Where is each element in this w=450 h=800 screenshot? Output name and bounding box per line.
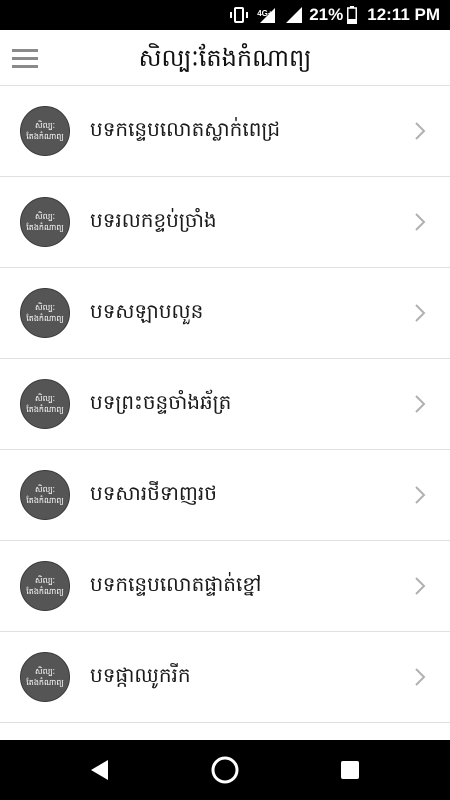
signal-icon [285, 6, 303, 24]
list-item[interactable]: សិល្បៈតែងកំណាព្យ បទកន្ទេបលោតស្លាក់ពេជ្រ [0, 86, 450, 177]
battery-icon [347, 6, 358, 24]
vibrate-icon [229, 6, 249, 24]
avatar-text-line2: តែងកំណាព្យ [26, 678, 64, 687]
chevron-right-icon [410, 212, 430, 232]
chevron-right-icon [410, 667, 430, 687]
back-icon[interactable] [88, 758, 112, 786]
list-item[interactable]: សិល្បៈតែងកំណាព្យ បទកន្ទេបលោតផ្ទាត់ខ្នៅ [0, 541, 450, 632]
avatar-text-line1: សិល្បៈ [34, 212, 56, 221]
avatar-text-line1: សិល្បៈ [34, 121, 56, 130]
avatar-text-line2: តែងកំណាព្យ [26, 223, 64, 232]
list-item-label: បទកន្ទេបលោតស្លាក់ពេជ្រ [90, 117, 281, 141]
signal-4g-icon: 4G+ [257, 6, 277, 24]
list-item[interactable]: សិល្បៈតែងកំណាព្យ បទផ្កាឈូករីក [0, 632, 450, 723]
avatar-text-line2: តែងកំណាព្យ [26, 405, 64, 414]
status-bar: 4G+ 21% 12:11 PM [0, 0, 450, 30]
list-item-label: បទផ្កាឈូករីក [90, 663, 191, 687]
avatar-text-line2: តែងកំណាព្យ [26, 587, 64, 596]
chevron-right-icon [410, 485, 430, 505]
navigation-bar [0, 740, 450, 800]
list-item-label: បទរលកខ្ទប់ច្រាំង [90, 208, 217, 232]
chevron-right-icon [410, 394, 430, 414]
app-bar: សិល្បៈតែងកំណាព្យ [0, 30, 450, 86]
recents-icon[interactable] [339, 759, 361, 785]
clock: 12:11 PM [367, 5, 440, 24]
avatar-text-line2: តែងកំណាព្យ [26, 132, 64, 141]
avatar-text-line1: សិល្បៈ [34, 303, 56, 312]
battery-percentage: 21% [309, 5, 344, 24]
avatar-text-line2: តែងកំណាព្យ [26, 314, 64, 323]
list-item[interactable]: សិល្បៈតែងកំណាព្យ បទរលកខ្ទប់ច្រាំង [0, 177, 450, 268]
avatar-text-line2: តែងកំណាព្យ [26, 496, 64, 505]
avatar: សិល្បៈតែងកំណាព្យ [20, 561, 70, 611]
avatar: សិល្បៈតែងកំណាព្យ [20, 652, 70, 702]
page-title: សិល្បៈតែងកំណាព្យ [138, 44, 312, 72]
home-icon[interactable] [210, 755, 240, 789]
poem-type-list: សិល្បៈ តែងកំណាព្យ បទកន្ទេបលោតស្លាក់ពេជ្រ សិ… [0, 86, 450, 723]
avatar: សិល្បៈតែងកំណាព្យ [20, 106, 70, 156]
avatar: សិល្បៈតែងកំណាព្យ [20, 379, 70, 429]
list-item[interactable]: សិល្បៈតែងកំណាព្យ បទសារថីទាញរថ [0, 450, 450, 541]
avatar: សិល្បៈតែងកំណាព្យ [20, 288, 70, 338]
avatar-text-line1: សិល្បៈ [34, 394, 56, 403]
avatar: សិល្បៈតែងកំណាព្យ [20, 470, 70, 520]
chevron-right-icon [410, 303, 430, 323]
list-item-label: បទសឡាបលួន [90, 299, 204, 323]
avatar-text-line1: សិល្បៈ [34, 485, 56, 494]
avatar-text-line1: សិល្បៈ [34, 667, 56, 676]
list-item[interactable]: សិល្បៈតែងកំណាព្យ បទសឡាបលួន [0, 268, 450, 359]
avatar: សិល្បៈតែងកំណាព្យ [20, 197, 70, 247]
list-item-label: បទសារថីទាញរថ [90, 481, 217, 505]
chevron-right-icon [410, 121, 430, 141]
avatar-text-line1: សិល្បៈ [34, 576, 56, 585]
chevron-right-icon [410, 576, 430, 596]
list-item-label: បទកន្ទេបលោតផ្ទាត់ខ្នៅ [90, 572, 262, 596]
list-item[interactable]: សិល្បៈតែងកំណាព្យ បទព្រះចន្ទចាំងឆ័ត្រ [0, 359, 450, 450]
list-item-label: បទព្រះចន្ទចាំងឆ័ត្រ [90, 390, 232, 414]
